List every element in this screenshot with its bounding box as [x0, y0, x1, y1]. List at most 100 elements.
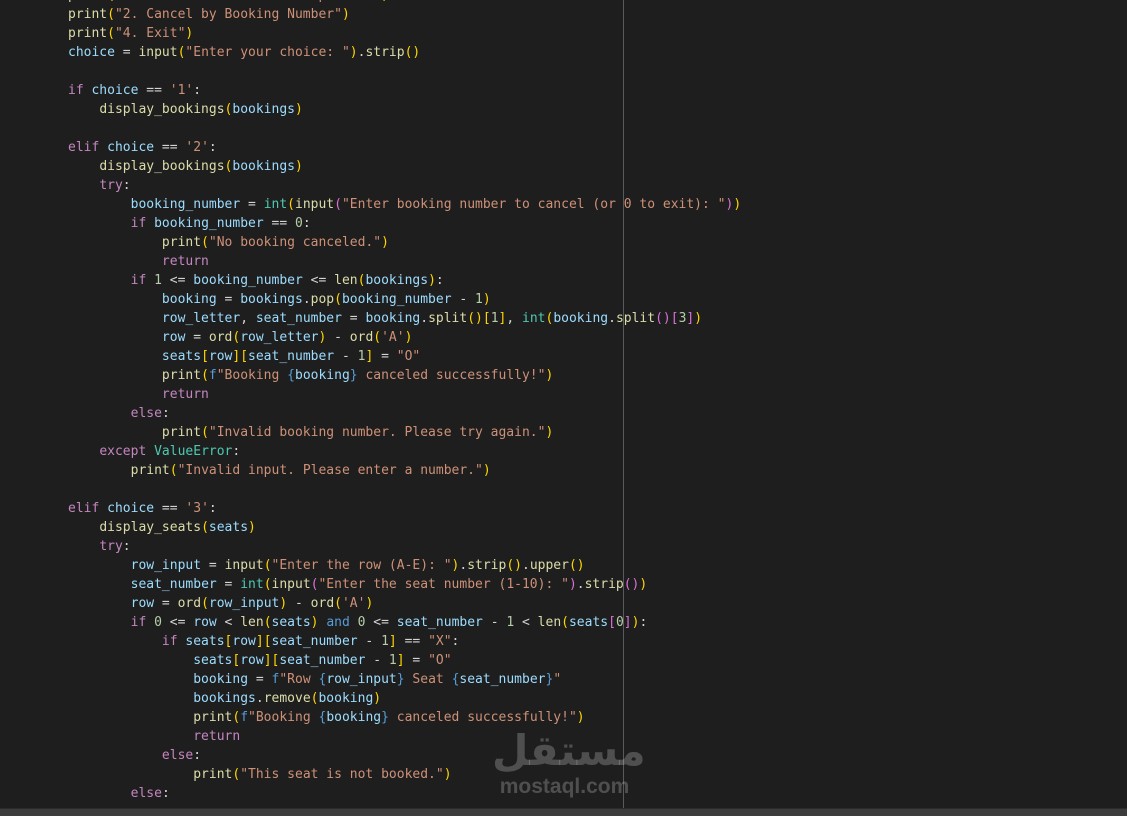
code-token: ) [185, 26, 194, 41]
code-token: choice [107, 501, 155, 516]
code-token: () [623, 577, 640, 592]
code-token: "No booking canceled." [208, 235, 382, 250]
code-token: ( [373, 330, 382, 345]
code-token: '1' [169, 83, 194, 98]
code-line: choice = input("Enter your choice: ").st… [68, 43, 741, 62]
horizontal-scrollbar-thumb[interactable] [0, 809, 1127, 816]
code-token: booking_number [341, 292, 452, 307]
code-token: ] [388, 634, 397, 649]
code-token: booking [161, 292, 217, 307]
code-token: seat_number [255, 311, 342, 326]
code-token: ( [201, 425, 209, 440]
horizontal-scrollbar[interactable] [0, 808, 1127, 816]
code-token: else [161, 748, 194, 763]
code-token: ( [263, 615, 272, 630]
code-token: == [396, 634, 429, 649]
code-token: '2' [185, 140, 209, 155]
code-token: () [467, 311, 483, 326]
code-token: row [161, 330, 186, 345]
code-token: remove [263, 691, 311, 706]
code-token: = [201, 558, 225, 573]
code-line: print("2. Cancel by Booking Number") [68, 5, 741, 24]
code-token: ( [263, 577, 272, 592]
code-token: ) [381, 0, 389, 3]
code-token: - [365, 653, 389, 668]
code-token: len [334, 273, 358, 288]
code-token: , [506, 311, 522, 326]
code-line: print("Invalid input. Please enter a num… [68, 461, 741, 480]
code-token: if [130, 615, 147, 630]
code-token: <= [365, 615, 397, 630]
code-token: ) [310, 615, 319, 630]
code-token: : [435, 273, 444, 288]
code-token: <= [302, 273, 335, 288]
code-token: booking [365, 311, 421, 326]
code-token: choice [68, 45, 115, 60]
code-token: [ [670, 311, 679, 326]
code-token: row_letter [161, 311, 241, 326]
code-token: seat_number [248, 349, 335, 364]
code-token: . [576, 577, 585, 592]
code-token: ) [248, 520, 256, 535]
code-token: : [232, 444, 241, 459]
code-token: == [154, 140, 186, 155]
code-token: try [99, 178, 123, 193]
code-token: seats [185, 634, 225, 649]
code-token: print [68, 0, 107, 3]
code-line: if seats[row][seat_number - 1] == "X": [68, 632, 741, 651]
code-token: ) [482, 463, 491, 478]
code-line: elif choice == '3': [68, 499, 741, 518]
code-token: ( [107, 7, 115, 22]
code-token: < [216, 615, 241, 630]
code-token: seat_number [130, 577, 217, 592]
code-token: ) [568, 577, 577, 592]
code-token: 1 [388, 653, 397, 668]
code-token: "\nAdvanced Cancellation Options:" [115, 0, 381, 3]
code-token: ) [279, 596, 288, 611]
code-line: display_bookings(bookings) [68, 157, 741, 176]
code-token: ) [482, 292, 491, 307]
code-token: ( [334, 596, 342, 611]
code-editor[interactable]: print("\nAdvanced Cancellation Options:"… [0, 0, 1127, 808]
code-token: booking [326, 710, 382, 725]
code-token: ( [107, 0, 115, 3]
code-token: seat_number [279, 653, 366, 668]
vertical-ruler [623, 0, 624, 808]
code-token: "Enter the row (A-E): " [271, 558, 452, 573]
code-line: print("This seat is not booked.") [68, 765, 741, 784]
code-token: strip [584, 577, 624, 592]
code-token: { [287, 368, 295, 383]
code-token: ( [561, 615, 569, 630]
code-token: bookings [240, 292, 303, 307]
code-token: if [161, 634, 178, 649]
code-token: choice [91, 83, 139, 98]
code-lines: print("\nAdvanced Cancellation Options:"… [68, 0, 741, 803]
code-token: ord [310, 596, 335, 611]
code-token: seats [208, 520, 249, 535]
code-token: else [130, 786, 162, 801]
code-token: . [608, 311, 616, 326]
code-token: = [114, 45, 139, 60]
code-line: display_bookings(bookings) [68, 100, 741, 119]
code-token: return [161, 254, 209, 269]
code-line: if 1 <= booking_number <= len(bookings): [68, 271, 741, 290]
code-token: f [240, 710, 249, 725]
code-token: ) [428, 273, 436, 288]
code-line: row_input = input("Enter the row (A-E): … [68, 556, 741, 575]
code-token: booking_number [154, 216, 264, 231]
